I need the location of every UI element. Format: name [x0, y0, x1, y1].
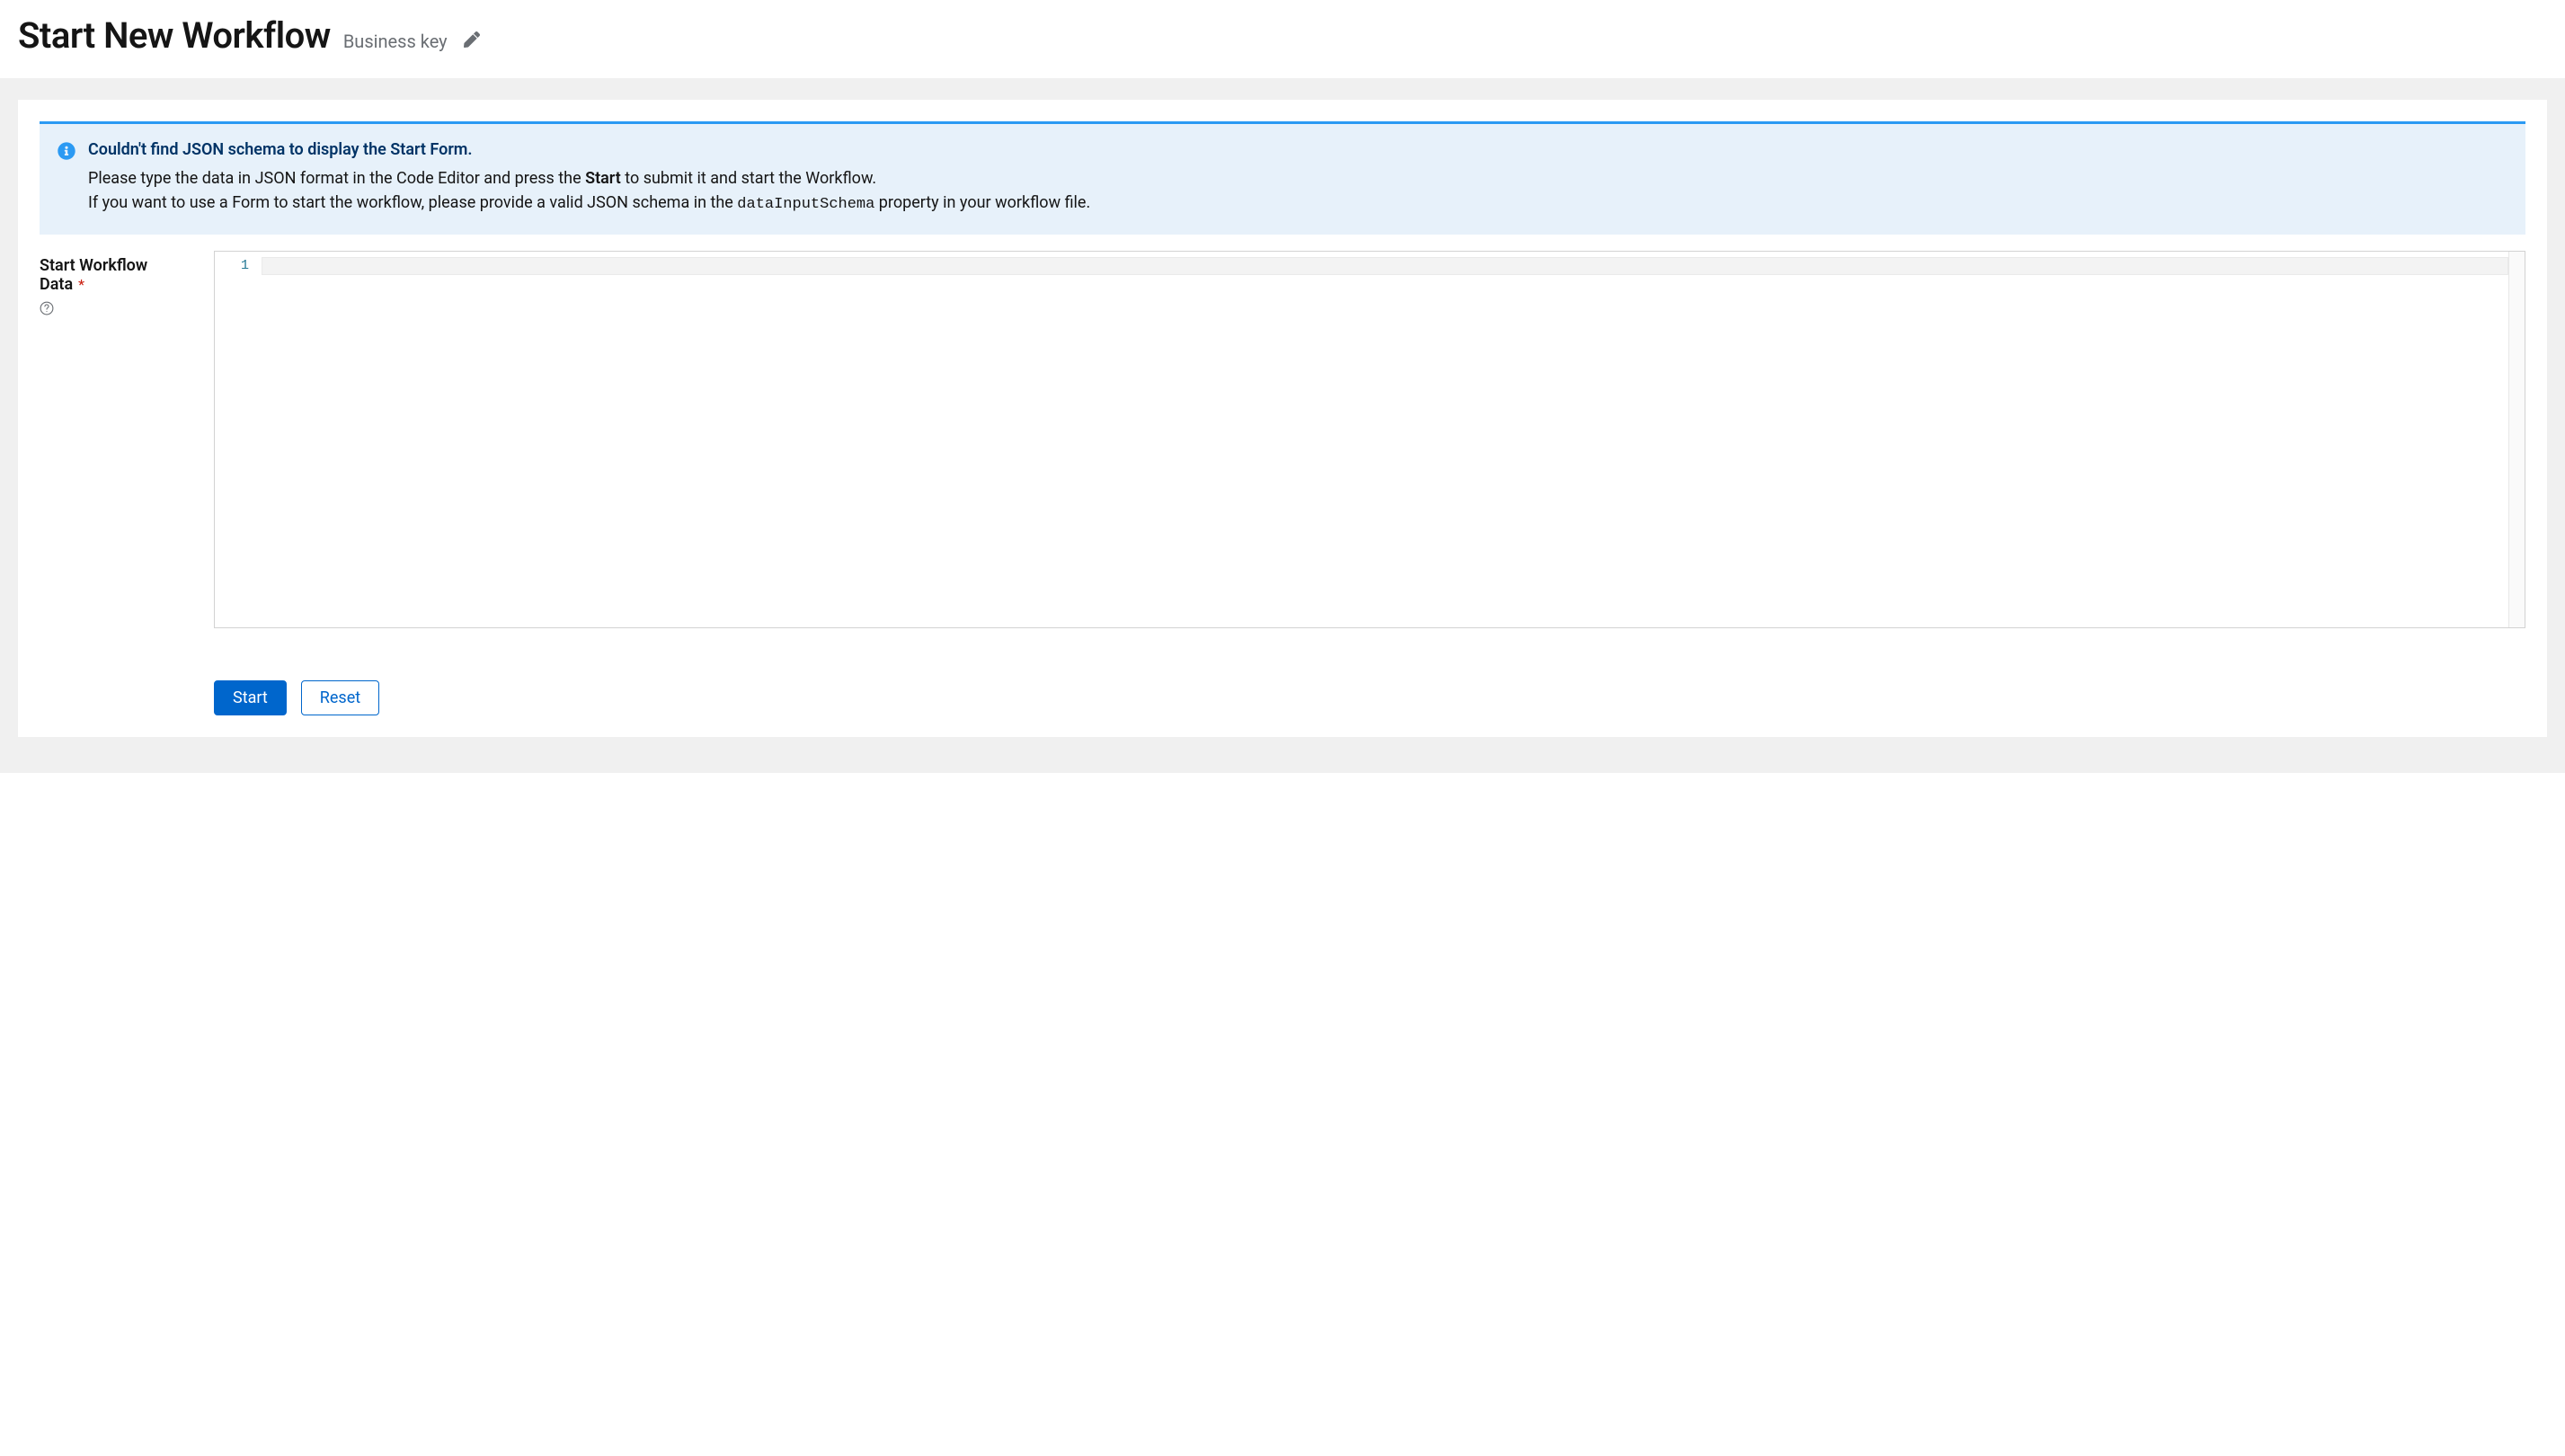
info-alert: Couldn't find JSON schema to display the…	[40, 121, 2525, 235]
alert-line1-pre: Please type the data in JSON format in t…	[88, 169, 585, 188]
business-key-label: Business key	[343, 31, 448, 52]
reset-button[interactable]: Reset	[301, 680, 379, 715]
editor-scrollbar[interactable]	[2508, 252, 2525, 627]
start-button[interactable]: Start	[214, 680, 287, 715]
content-area: Couldn't find JSON schema to display the…	[0, 78, 2565, 773]
alert-line2-code: dataInputSchema	[737, 196, 874, 213]
help-icon[interactable]	[40, 301, 54, 315]
content-card: Couldn't find JSON schema to display the…	[18, 100, 2547, 737]
form-label-column: Start Workflow Data*	[40, 251, 192, 628]
page-header: Start New Workflow Business key	[0, 0, 2565, 78]
page-title: Start New Workflow	[18, 14, 331, 57]
editor-column: 1	[214, 251, 2525, 628]
editor-body[interactable]	[262, 252, 2508, 627]
editor-gutter: 1	[215, 252, 262, 627]
gutter-line-number: 1	[215, 257, 249, 275]
editor-line-1[interactable]	[262, 257, 2508, 275]
alert-line1-post: to submit it and start the Workflow.	[621, 169, 876, 188]
workflow-data-label: Start Workflow Data	[40, 256, 147, 294]
edit-business-key-icon[interactable]	[460, 28, 484, 51]
actions-row: Start Reset	[40, 644, 2525, 715]
alert-content: Couldn't find JSON schema to display the…	[88, 140, 2507, 217]
alert-line2-post: property in your workflow file.	[874, 193, 1090, 212]
required-indicator: *	[78, 276, 84, 293]
alert-body: Please type the data in JSON format in t…	[88, 166, 2507, 217]
alert-title: Couldn't find JSON schema to display the…	[88, 140, 2507, 159]
workflow-data-row: Start Workflow Data* 1	[40, 251, 2525, 628]
info-icon	[58, 142, 75, 160]
alert-line1-strong: Start	[585, 169, 621, 188]
code-editor[interactable]: 1	[214, 251, 2525, 628]
alert-line2-pre: If you want to use a Form to start the w…	[88, 193, 737, 212]
